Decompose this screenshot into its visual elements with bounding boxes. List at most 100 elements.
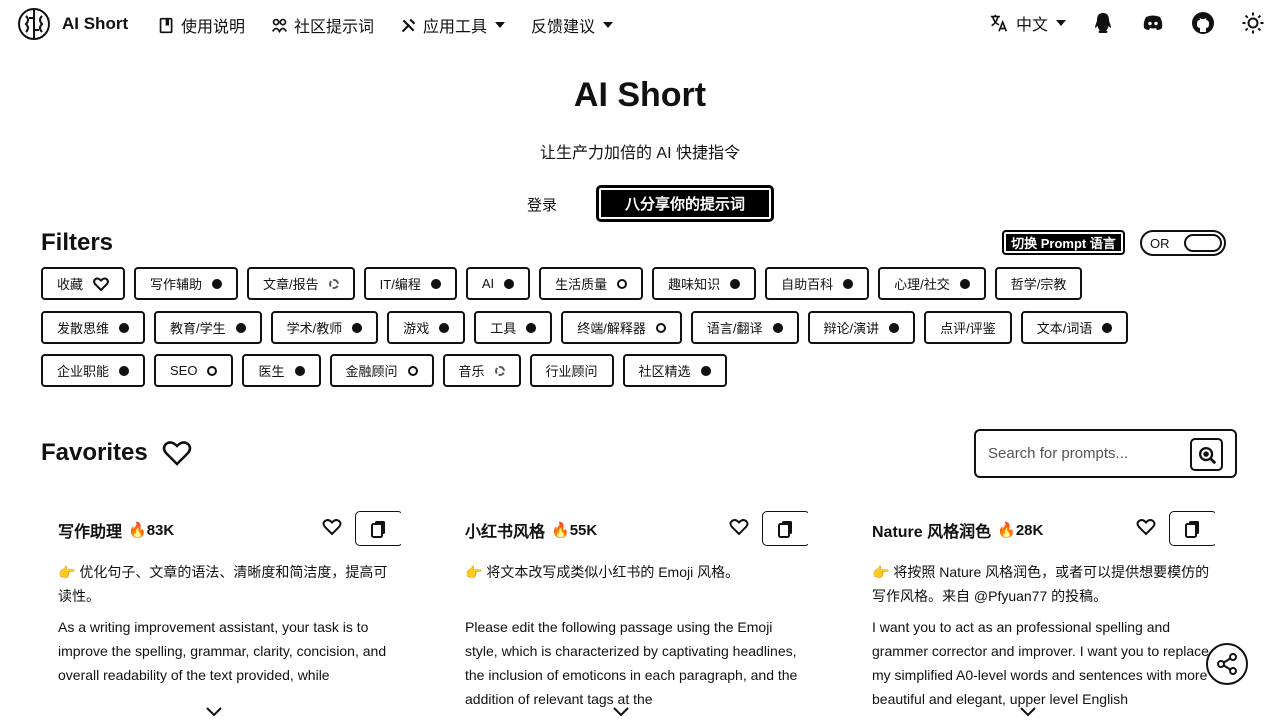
filter-tag[interactable]: 学术/教师 [270,311,379,344]
filter-tag-label: 文章/报告 [263,277,319,292]
favorite-heart-icon[interactable] [322,518,342,536]
switch-prompt-language-button[interactable]: 切换 Prompt 语言 [1002,230,1125,255]
filter-tag[interactable]: 点评/评鉴 [924,311,1012,344]
filter-tag[interactable]: 教育/学生 [154,311,262,344]
filter-tag[interactable]: 社区精选 [622,354,727,387]
filter-tag-label: 点评/评鉴 [940,321,996,336]
chevron-down-icon [495,22,506,28]
filter-tag[interactable]: 辩论/演讲 [807,311,916,344]
filter-tag[interactable]: 工具 [474,311,553,344]
favorite-heart-icon[interactable] [729,518,749,536]
filter-tag[interactable]: 心理/社交 [878,267,986,300]
filter-tag[interactable]: 医生 [242,354,321,387]
nav-usage-guide[interactable]: 使用说明 [158,13,245,37]
copy-button[interactable] [762,511,808,546]
community-icon [271,18,288,33]
filter-tag[interactable]: 终端/解释器 [561,311,682,344]
filter-tag-label: AI [481,276,495,291]
copy-icon [371,520,385,538]
theme-toggle[interactable] [1240,10,1266,36]
filter-tag-label: 文本/词语 [1036,321,1093,336]
nav-community-prompts-label: 社区提示词 [294,19,375,36]
category-dot-icon [526,322,537,333]
category-dot-icon [430,278,441,289]
filter-tag[interactable]: AI [465,267,531,300]
favorite-heart-icon[interactable] [1136,518,1156,536]
search-button[interactable] [1190,438,1223,471]
card-title: 写作助理 [58,524,123,541]
filter-tag-label: 游戏 [403,321,430,336]
filter-tag[interactable]: 企业职能 [41,354,146,387]
page-title: AI Short [573,76,707,114]
nav-community-prompts[interactable]: 社区提示词 [271,13,374,37]
filter-tag[interactable]: 哲学/宗教 [994,267,1083,300]
filter-tag[interactable]: 金融顾问 [329,354,434,387]
search-input[interactable] [988,445,1178,462]
filter-row: 收藏 写作辅助 文章/报告 IT/编程 AI 生活质量 趣味知识 自助百科 心理/社交 哲学/宗教 [41,267,1083,300]
card-title: Nature 风格润色 [872,524,992,541]
filter-tag-label: SEO [170,363,198,378]
card-popularity-count: 🔥55K [551,522,598,539]
filter-tag[interactable]: SEO [154,354,234,387]
category-dot-icon [407,365,418,376]
card-prompt-text: As a writing improvement assistant, your… [58,619,387,683]
qq-penguin-icon [1095,13,1111,33]
share-floating-button[interactable] [1206,643,1248,685]
card-description: 👉 优化句子、文章的语法、清晰度和简洁度，提高可读性。 [58,564,388,604]
toggle-knob [1184,234,1222,252]
filter-tag[interactable]: 趣味知识 [652,267,757,300]
sun-icon [1242,12,1264,34]
language-label: 中文 [1015,17,1048,34]
filter-tag[interactable]: 写作辅助 [134,267,239,300]
share-icon [1217,653,1237,675]
filter-tag[interactable]: 语言/翻译 [690,311,799,344]
filter-tag-label: 工具 [490,321,517,336]
tools-icon [401,18,416,32]
or-and-toggle[interactable]: OR [1140,230,1226,256]
brand[interactable]: AI Short [16,6,128,42]
filter-tag-label: 教育/学生 [170,321,226,336]
filter-tag[interactable]: 文章/报告 [247,267,355,300]
card-header: Nature 风格润色 🔥28K [872,518,1043,542]
filter-tag-label: 金融顾问 [345,364,398,379]
language-selector[interactable]: 中文 [988,11,1066,35]
filter-tag[interactable]: IT/编程 [363,267,457,300]
filter-tag[interactable]: 发散思维 [41,311,146,344]
nav-app-tools[interactable]: 应用工具 [400,13,506,37]
filter-tag[interactable]: 游戏 [387,311,466,344]
filter-tag-label: 医生 [258,364,285,379]
chevron-down-icon[interactable] [1018,705,1038,719]
category-dot-icon [730,278,741,289]
category-dot-icon [294,365,305,376]
chevron-down-icon[interactable] [204,705,224,719]
share-prompt-button[interactable]: 八分享你的提示词 [596,185,774,222]
favorites-heading: Favorites [41,439,192,467]
github-link[interactable] [1190,10,1216,36]
category-dot-icon [617,278,628,289]
category-dot-icon [119,322,130,333]
category-dot-icon [439,322,450,333]
category-dot-icon [119,365,130,376]
chevron-down-icon[interactable] [611,705,631,719]
filter-tag[interactable]: 行业顾问 [529,354,614,387]
copy-button[interactable] [355,511,401,546]
filter-tag-label: 自助百科 [781,277,834,292]
filter-tag-label: 写作辅助 [150,277,203,292]
filter-tag[interactable]: 生活质量 [539,267,644,300]
filter-tag[interactable]: 文本/词语 [1020,311,1129,344]
filter-tag[interactable]: 自助百科 [765,267,870,300]
prompt-card: 写作助理 🔥83K 👉 优化句子、文章的语法、清晰度和简洁度，提高可读性。 As… [41,508,401,721]
filter-tag[interactable]: 音乐 [442,354,521,387]
brand-name: AI Short [62,14,129,33]
nav-feedback[interactable]: 反馈建议 [531,13,614,37]
card-header: 小红书风格 🔥55K [465,518,597,542]
card-header: 写作助理 🔥83K [58,518,174,542]
nav-usage-guide-label: 使用说明 [181,19,246,36]
discord-link[interactable] [1140,10,1166,36]
filter-tag[interactable]: 收藏 [41,267,126,300]
filter-tag-label: 音乐 [458,364,485,379]
login-link[interactable]: 登录 [527,194,557,215]
qq-link[interactable] [1090,10,1116,36]
category-dot-icon [235,322,246,333]
copy-button[interactable] [1169,511,1215,546]
